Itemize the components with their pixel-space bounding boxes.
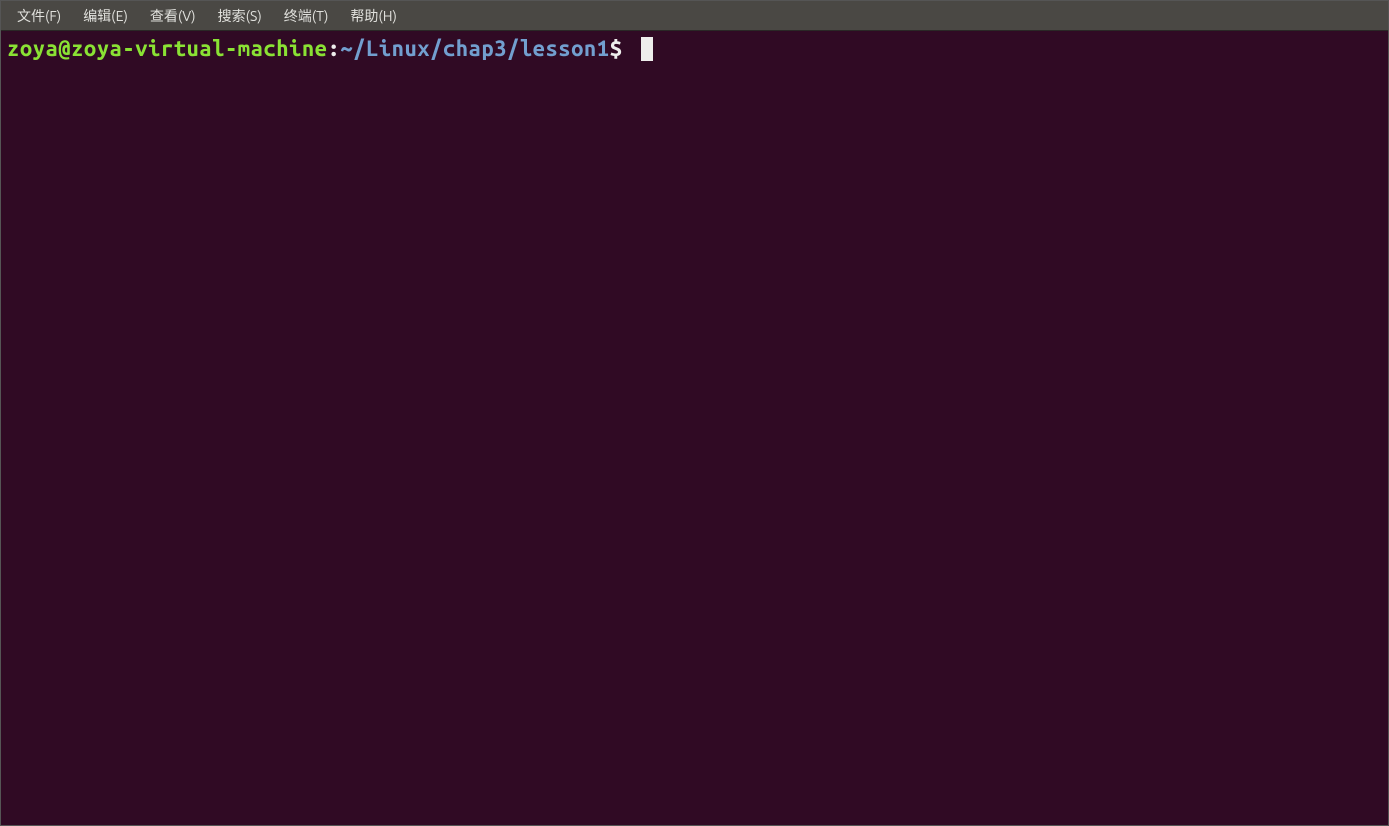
cursor — [641, 37, 653, 61]
prompt-separator: : — [328, 36, 341, 61]
menu-search[interactable]: 搜索(S) — [210, 2, 270, 30]
menu-edit[interactable]: 编辑(E) — [75, 2, 136, 30]
menu-terminal[interactable]: 终端(T) — [276, 2, 337, 30]
menu-view[interactable]: 查看(V) — [142, 2, 204, 30]
prompt-user-host: zoya@zoya-virtual-machine — [7, 36, 328, 61]
menu-bar: 文件(F) 编辑(E) 查看(V) 搜索(S) 终端(T) 帮助(H) — [1, 1, 1388, 31]
terminal-body[interactable]: zoya@zoya-virtual-machine:~/Linux/chap3/… — [1, 31, 1388, 825]
prompt-symbol: $ — [610, 36, 623, 61]
prompt-path: ~/Linux/chap3/lesson1 — [340, 36, 609, 61]
menu-help[interactable]: 帮助(H) — [342, 2, 405, 30]
prompt-line: zoya@zoya-virtual-machine:~/Linux/chap3/… — [7, 36, 635, 61]
menu-file[interactable]: 文件(F) — [9, 2, 69, 30]
